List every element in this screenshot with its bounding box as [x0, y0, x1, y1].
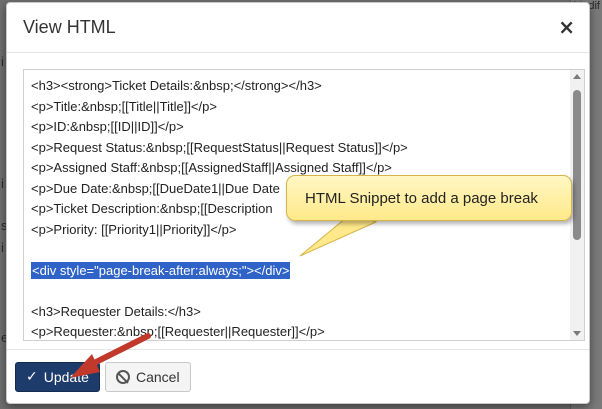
cancel-button[interactable]: Cancel — [105, 362, 191, 392]
update-button-label: Update — [43, 369, 89, 385]
background-letter: i — [1, 240, 4, 255]
scrollbar-thumb[interactable] — [573, 90, 581, 240]
code-line: <p>Priority: [[Priority1||Priority]]</p> — [31, 220, 566, 241]
code-line-text: <p>Due Date:&nbsp;[[DueDate1||Due Date — [31, 180, 280, 196]
close-icon[interactable]: × — [558, 17, 575, 37]
dialog-header: View HTML × — [7, 3, 589, 53]
update-button[interactable]: ✓ Update — [15, 362, 100, 392]
ban-icon — [116, 370, 130, 384]
code-line-text: <div style="page-break-after:always;"></… — [31, 261, 291, 279]
dialog-title: View HTML — [23, 17, 116, 37]
background-letter: i — [1, 176, 4, 191]
annotation-callout: HTML Snippet to add a page break — [286, 175, 572, 221]
code-line-text: <p>Priority: [[Priority1||Priority]]</p> — [31, 221, 237, 237]
editor-scrollbar[interactable] — [570, 70, 584, 340]
scroll-up-arrow-icon[interactable] — [573, 74, 581, 79]
code-line-text: <p>ID:&nbsp;[[ID||ID]]</p> — [31, 119, 184, 134]
code-line: <h3>Requester Details:</h3> — [31, 302, 566, 323]
callout-text: HTML Snippet to add a page break — [305, 189, 538, 207]
code-line: <p>ID:&nbsp;[[ID||ID]]</p> — [31, 117, 566, 138]
dialog-footer: ✓ Update Cancel — [7, 349, 589, 403]
code-line-text: <p>Ticket Description:&nbsp;[[Descriptio… — [31, 201, 273, 216]
code-line-text: <p>Request Status:&nbsp;[[RequestStatus|… — [31, 139, 408, 155]
code-line-text: <p>Title:&nbsp;[[Title||Title]]</p> — [31, 98, 217, 114]
code-line: <h3><strong>Ticket Details:&nbsp;</stron… — [31, 76, 566, 97]
code-line-text: <h3><strong>Ticket Details:&nbsp;</stron… — [31, 78, 322, 93]
code-line-text: <p>Assigned Staff:&nbsp;[[AssignedStaff|… — [31, 160, 392, 175]
code-line: <p>Title:&nbsp;[[Title||Title]]</p> — [31, 97, 566, 118]
check-icon: ✓ — [26, 369, 38, 385]
cancel-button-label: Cancel — [136, 369, 180, 385]
code-line-text: <p>Requester:&nbsp;[[Requester||Requeste… — [31, 324, 325, 339]
code-line: <p>Requester:&nbsp;[[Requester||Requeste… — [31, 322, 566, 340]
scroll-down-arrow-icon[interactable] — [573, 331, 581, 336]
highlighted-code-line: <div style="page-break-after:always;"></… — [31, 261, 566, 282]
background-letter: i — [1, 54, 4, 69]
code-line: <p>Request Status:&nbsp;[[RequestStatus|… — [31, 138, 566, 159]
code-line-text: <h3>Requester Details:</h3> — [31, 303, 201, 319]
